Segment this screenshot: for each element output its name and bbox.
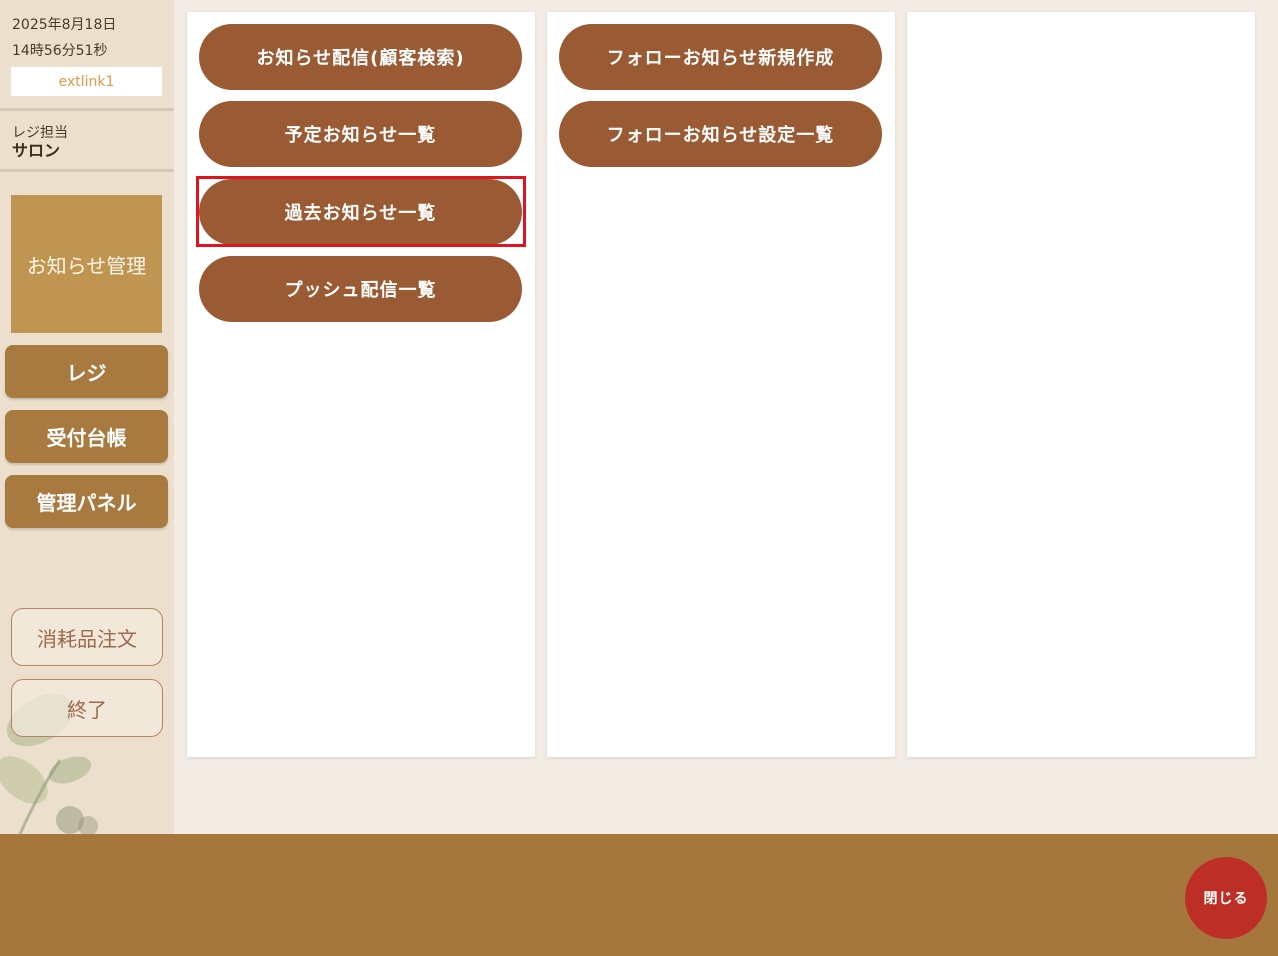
notice-panel-3 [907, 12, 1255, 757]
push-delivery-list-button[interactable]: プッシュ配信一覧 [199, 256, 522, 322]
footer-bar [0, 834, 1278, 956]
current-date: 2025年8月18日 [12, 17, 117, 33]
past-notices-list-button[interactable]: 過去お知らせ一覧 [199, 179, 522, 245]
extlink-button[interactable]: extlink1 [11, 67, 162, 96]
sidebar-item-notice-management[interactable]: お知らせ管理 [11, 195, 162, 333]
scheduled-notices-list-button[interactable]: 予定お知らせ一覧 [199, 101, 522, 167]
notice-panel-2: フォローお知らせ新規作成 フォローお知らせ設定一覧 [547, 12, 895, 757]
sidebar-divider [0, 108, 174, 111]
sidebar-divider [0, 169, 174, 172]
close-button[interactable]: 閉じる [1185, 857, 1267, 939]
notice-send-customer-search-button[interactable]: お知らせ配信(顧客検索) [199, 24, 522, 90]
notice-panel-1: お知らせ配信(顧客検索) 予定お知らせ一覧 過去お知らせ一覧 プッシュ配信一覧 [187, 12, 535, 757]
follow-notice-create-button[interactable]: フォローお知らせ新規作成 [559, 24, 882, 90]
follow-notice-settings-list-button[interactable]: フォローお知らせ設定一覧 [559, 101, 882, 167]
sidebar-item-reception-ledger[interactable]: 受付台帳 [5, 410, 168, 463]
exit-button[interactable]: 終了 [11, 679, 163, 737]
current-time: 14時56分51秒 [12, 43, 108, 59]
role-value: サロン [12, 141, 61, 160]
sidebar-item-register[interactable]: レジ [5, 345, 168, 398]
sidebar: 2025年8月18日 14時56分51秒 extlink1 レジ担当 サロン お… [0, 0, 174, 834]
sidebar-item-admin-panel[interactable]: 管理パネル [5, 475, 168, 528]
supplies-order-button[interactable]: 消耗品注文 [11, 608, 163, 666]
